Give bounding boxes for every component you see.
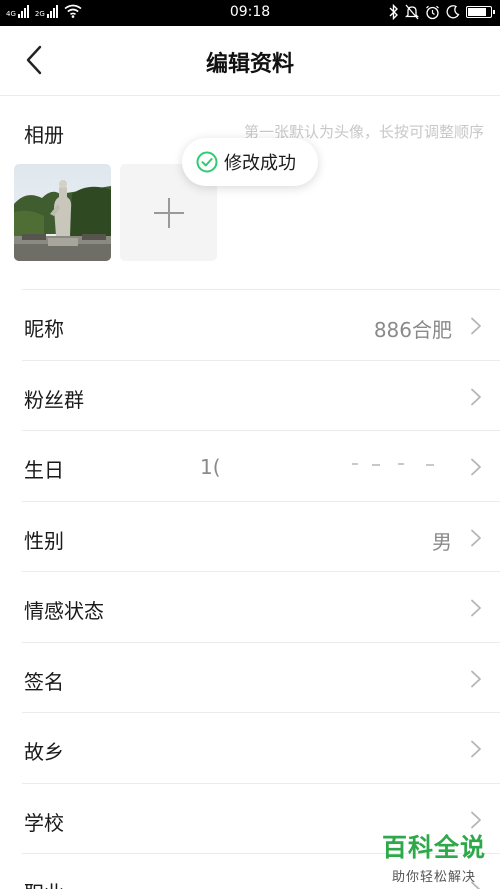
row-label: 情感状态: [24, 599, 104, 623]
row-birthday[interactable]: 生日 1(: [22, 430, 500, 501]
system-indicators: [389, 4, 495, 20]
chevron-right-icon: [471, 670, 481, 687]
mute-bell-icon: [405, 4, 419, 20]
toast-text: 修改成功: [224, 153, 296, 174]
album-label: 相册: [24, 123, 64, 147]
row-label: 故乡: [24, 740, 64, 764]
row-label: 粉丝群: [24, 387, 84, 412]
watermark-title: 百科全说: [381, 833, 486, 862]
plus-icon: [153, 197, 184, 228]
row-label: 性别: [24, 528, 64, 553]
navigation-bar: 编辑资料: [0, 26, 500, 96]
statue-photo-image: [14, 164, 111, 261]
row-fan-group[interactable]: 粉丝群: [22, 359, 500, 431]
chevron-right-icon: [471, 599, 481, 617]
row-value: 886合肥: [373, 318, 452, 342]
avatar-photo[interactable]: [14, 164, 111, 261]
chevron-right-icon: [471, 811, 481, 828]
chevron-right-icon: [471, 388, 481, 405]
profile-settings-list: 昵称 886合肥 粉丝群 生日 1( 性别 男 情感状态 签名 故乡 学校: [0, 289, 500, 889]
row-value: 1(: [200, 455, 221, 479]
chevron-right-icon: [471, 317, 481, 335]
chevron-right-icon: [471, 458, 481, 476]
chevron-right-icon: [471, 740, 481, 758]
row-label: 生日: [24, 458, 64, 482]
row-value: 男: [432, 529, 452, 554]
success-toast: 修改成功: [182, 138, 318, 186]
battery-icon: [466, 6, 495, 18]
row-relationship-status[interactable]: 情感状态: [22, 571, 500, 642]
watermark-logo: 百科全说 助你轻松解决: [382, 828, 486, 885]
battery-level: [468, 8, 486, 16]
row-signature[interactable]: 签名: [22, 641, 500, 713]
page-title: 编辑资料: [205, 52, 294, 77]
alarm-clock-icon: [426, 5, 439, 19]
row-label: 签名: [24, 669, 64, 694]
bluetooth-icon: [389, 4, 398, 20]
row-label: 职业: [24, 877, 64, 889]
album-section: 相册 第一张默认为头像，长按可调整顺序: [0, 97, 500, 289]
watermark-subtitle: 助你轻松解决: [391, 870, 476, 885]
chevron-right-icon: [471, 529, 481, 546]
row-label: 学校: [24, 810, 64, 835]
row-hometown[interactable]: 故乡: [22, 712, 500, 783]
row-gender[interactable]: 性别 男: [22, 500, 500, 572]
check-circle-icon: [196, 151, 218, 173]
moon-icon: [446, 5, 460, 19]
row-nickname[interactable]: 昵称 886合肥: [22, 289, 500, 360]
redacted-text-mark: [352, 463, 434, 466]
row-label: 昵称: [24, 317, 64, 341]
status-bar: 4G 2G 09:18: [0, 0, 500, 26]
